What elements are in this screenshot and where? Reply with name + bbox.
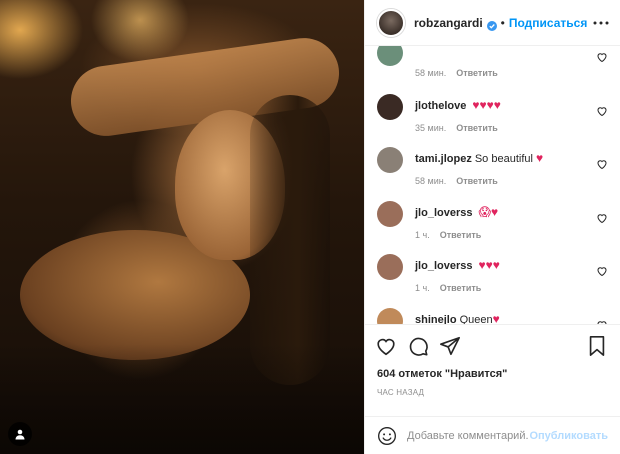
comments-scroll: 58 мин. Ответить jlothelove ♥♥♥♥ 35 мин.… [365, 46, 620, 324]
comment-item: jlo_loverss ♥♥♥ 1 ч. Ответить [365, 248, 620, 302]
comment-item: jlothelove ♥♥♥♥ 35 мин. Ответить [365, 88, 620, 142]
heart-emoji-icon: ♥♥♥ [478, 258, 500, 272]
commenter-avatar[interactable] [377, 46, 403, 66]
comment-text: tami.jlopez So beautiful ♥ [415, 151, 610, 166]
comment-body: jlo_loverss ♥♥♥ 1 ч. Ответить [415, 248, 610, 302]
heart-emoji-icon: ♥♥♥♥ [472, 97, 501, 112]
share-icon[interactable] [437, 333, 463, 359]
comment-body: 58 мин. Ответить [415, 46, 610, 88]
comment-content: Queen [459, 313, 493, 325]
commenter-avatar[interactable] [377, 307, 403, 324]
reply-button[interactable]: Ответить [440, 230, 482, 240]
post-photo[interactable] [0, 0, 364, 454]
comment-body: tami.jlopez So beautiful ♥ 58 мин. Ответит… [415, 141, 610, 195]
instagram-post: robzangardi • Подписаться 58 мин. Ответи… [0, 0, 620, 454]
comment-like-heart-icon[interactable] [596, 157, 608, 170]
comment-body: jlo_loverss 😱♥ 1 ч. Ответить [415, 195, 610, 249]
commenter-username[interactable]: jlothelove [415, 100, 466, 112]
photo-water-region [0, 344, 364, 454]
comment-text: jlo_loverss ♥♥♥ [415, 258, 610, 273]
comment-meta: 58 мин. Ответить [415, 176, 610, 186]
comment-time: 1 ч. [415, 283, 430, 293]
comment-time: 58 мин. [415, 68, 447, 78]
comment-body: shinejlo Queen♥ [415, 302, 610, 325]
add-comment-bar: Опубликовать [365, 416, 620, 454]
reply-button[interactable]: Ответить [456, 68, 498, 78]
heart-icon[interactable] [373, 333, 399, 359]
comment-content: So beautiful [474, 153, 533, 165]
reply-button[interactable]: Ответить [456, 176, 498, 186]
comment-body: jlothelove ♥♥♥♥ 35 мин. Ответить [415, 88, 610, 142]
comments-list[interactable]: 58 мин. Ответить jlothelove ♥♥♥♥ 35 мин.… [365, 46, 620, 324]
commenter-username[interactable]: shinejlo [415, 314, 457, 325]
commenter-avatar[interactable] [377, 200, 403, 227]
reply-button[interactable]: Ответить [456, 123, 498, 133]
post-side-panel: robzangardi • Подписаться 58 мин. Ответи… [364, 0, 620, 454]
comment-like-heart-icon[interactable] [596, 104, 608, 116]
comment-meta: 1 ч. Ответить [415, 230, 610, 240]
action-bar [365, 324, 620, 366]
reply-button[interactable]: Ответить [440, 283, 482, 293]
photo-hair-region [250, 95, 330, 385]
post-time: час назад [377, 388, 425, 397]
commenter-avatar[interactable] [377, 254, 403, 280]
commenter-avatar[interactable] [377, 147, 403, 173]
comment-like-heart-icon[interactable] [596, 50, 608, 63]
commenter-username[interactable]: jlo_loverss [415, 207, 472, 219]
heart-emoji-icon: ♥ [492, 311, 500, 325]
commenter-username[interactable]: jlo_loverss [415, 260, 472, 272]
commenter-avatar[interactable] [377, 93, 403, 120]
publish-button[interactable]: Опубликовать [529, 430, 608, 442]
comment-item: 58 мин. Ответить [365, 46, 620, 88]
verified-badge-icon [486, 18, 497, 31]
header-separator: • [500, 15, 505, 30]
comment-item: jlo_loverss 😱♥ 1 ч. Ответить [365, 195, 620, 249]
comment-meta: 1 ч. Ответить [415, 283, 610, 293]
author-avatar[interactable] [377, 8, 405, 37]
comment-like-heart-icon[interactable] [596, 211, 608, 223]
comment-time: 58 мин. [415, 176, 447, 186]
comment-text: jlothelove ♥♥♥♥ [415, 98, 610, 113]
bookmark-icon[interactable] [584, 333, 610, 359]
comment-text: shinejlo Queen♥ [415, 312, 610, 325]
comment-meta: 58 мин. Ответить [415, 68, 610, 78]
post-header: robzangardi • Подписаться [365, 0, 620, 46]
likes-count[interactable]: 604 отметок "Нравится" [365, 366, 620, 382]
comment-item: shinejlo Queen♥ [365, 302, 620, 325]
comment-text [415, 46, 610, 58]
comment-like-heart-icon[interactable] [596, 318, 608, 324]
comment-item: tami.jlopez So beautiful ♥ 58 мин. Ответит… [365, 141, 620, 195]
commenter-username[interactable]: tami.jlopez [415, 153, 472, 165]
comment-input[interactable] [407, 429, 530, 442]
follow-button[interactable]: Подписаться [509, 16, 587, 30]
comment-text: jlo_loverss 😱♥ [415, 205, 610, 220]
heart-emoji-icon: ♥ [536, 151, 544, 165]
more-options-icon[interactable] [592, 14, 610, 32]
user-tag-icon[interactable] [8, 422, 32, 446]
scream-heart-emoji-icon: 😱♥ [478, 204, 499, 219]
comment-meta: 35 мин. Ответить [415, 123, 610, 133]
emoji-icon[interactable] [377, 426, 397, 446]
comment-like-heart-icon[interactable] [596, 264, 608, 277]
comment-icon[interactable] [405, 333, 431, 359]
comment-time: 1 ч. [415, 229, 430, 240]
comment-time: 35 мин. [415, 122, 447, 133]
author-username[interactable]: robzangardi [414, 16, 483, 30]
